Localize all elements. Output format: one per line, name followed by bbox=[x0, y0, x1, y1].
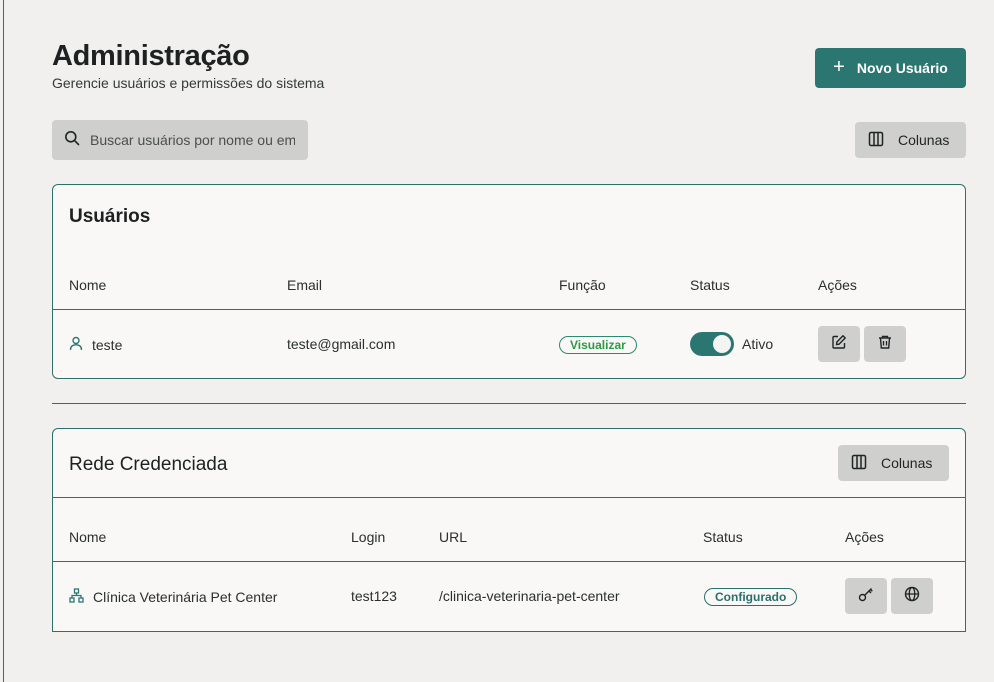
columns-label: Colunas bbox=[898, 132, 950, 148]
search-box[interactable] bbox=[52, 120, 308, 160]
left-border bbox=[3, 0, 4, 682]
header-nome: Nome bbox=[69, 529, 107, 545]
search-input[interactable] bbox=[90, 132, 295, 148]
user-name: teste bbox=[92, 337, 123, 353]
edit-button[interactable] bbox=[818, 326, 860, 362]
network-card-title: Rede Credenciada bbox=[69, 454, 228, 475]
network-columns-button[interactable]: Colunas bbox=[838, 445, 949, 481]
search-icon bbox=[64, 130, 80, 151]
clinic-login: test123 bbox=[351, 588, 397, 604]
title-divider bbox=[53, 497, 965, 498]
header-login: Login bbox=[351, 529, 386, 545]
delete-button[interactable] bbox=[864, 326, 906, 362]
role-badge: Visualizar bbox=[559, 336, 637, 354]
trash-icon bbox=[877, 334, 893, 355]
plus-icon: + bbox=[833, 56, 845, 78]
page-title: Administração bbox=[52, 40, 250, 72]
status-label: Ativo bbox=[742, 336, 774, 352]
header-divider bbox=[53, 309, 965, 310]
status-badge: Configurado bbox=[704, 588, 798, 606]
globe-icon bbox=[904, 586, 920, 607]
header-nome: Nome bbox=[69, 277, 107, 293]
header-url: URL bbox=[439, 529, 468, 545]
user-email: teste@gmail.com bbox=[287, 336, 396, 352]
header-email: Email bbox=[287, 277, 323, 293]
clinic-name-cell: Clínica Veterinária Pet Center bbox=[69, 588, 277, 606]
header-acoes: Ações bbox=[845, 529, 884, 545]
network-columns-label: Colunas bbox=[881, 455, 933, 471]
user-name-cell: teste bbox=[69, 336, 122, 354]
columns-icon bbox=[851, 454, 867, 473]
new-user-button[interactable]: + Novo Usuário bbox=[815, 48, 966, 88]
header-acoes: Ações bbox=[818, 277, 857, 293]
clinic-url: /clinica-veterinaria-pet-center bbox=[439, 588, 620, 604]
network-icon bbox=[69, 588, 84, 606]
key-icon bbox=[858, 586, 874, 607]
columns-button[interactable]: Colunas bbox=[855, 122, 966, 158]
header-status: Status bbox=[703, 529, 743, 545]
header-divider bbox=[53, 561, 965, 562]
status-toggle[interactable] bbox=[690, 332, 734, 356]
new-user-label: Novo Usuário bbox=[856, 60, 948, 76]
page-header: Administração Gerencie usuários e permis… bbox=[52, 40, 324, 91]
header-status: Status bbox=[690, 277, 730, 293]
toggle-knob bbox=[713, 335, 731, 353]
clinic-name: Clínica Veterinária Pet Center bbox=[93, 589, 278, 605]
users-card: Usuários Nome Email Função Status Ações … bbox=[52, 184, 966, 379]
network-card: Rede Credenciada Colunas Nome Login URL … bbox=[52, 428, 966, 632]
users-card-title: Usuários bbox=[69, 206, 151, 227]
page-subtitle: Gerencie usuários e permissões do sistem… bbox=[52, 75, 325, 91]
key-button[interactable] bbox=[845, 578, 887, 614]
section-divider bbox=[52, 403, 966, 404]
globe-button[interactable] bbox=[891, 578, 933, 614]
edit-icon bbox=[831, 334, 847, 355]
user-icon bbox=[69, 336, 83, 354]
header-funcao: Função bbox=[559, 277, 606, 293]
columns-icon bbox=[868, 131, 884, 150]
